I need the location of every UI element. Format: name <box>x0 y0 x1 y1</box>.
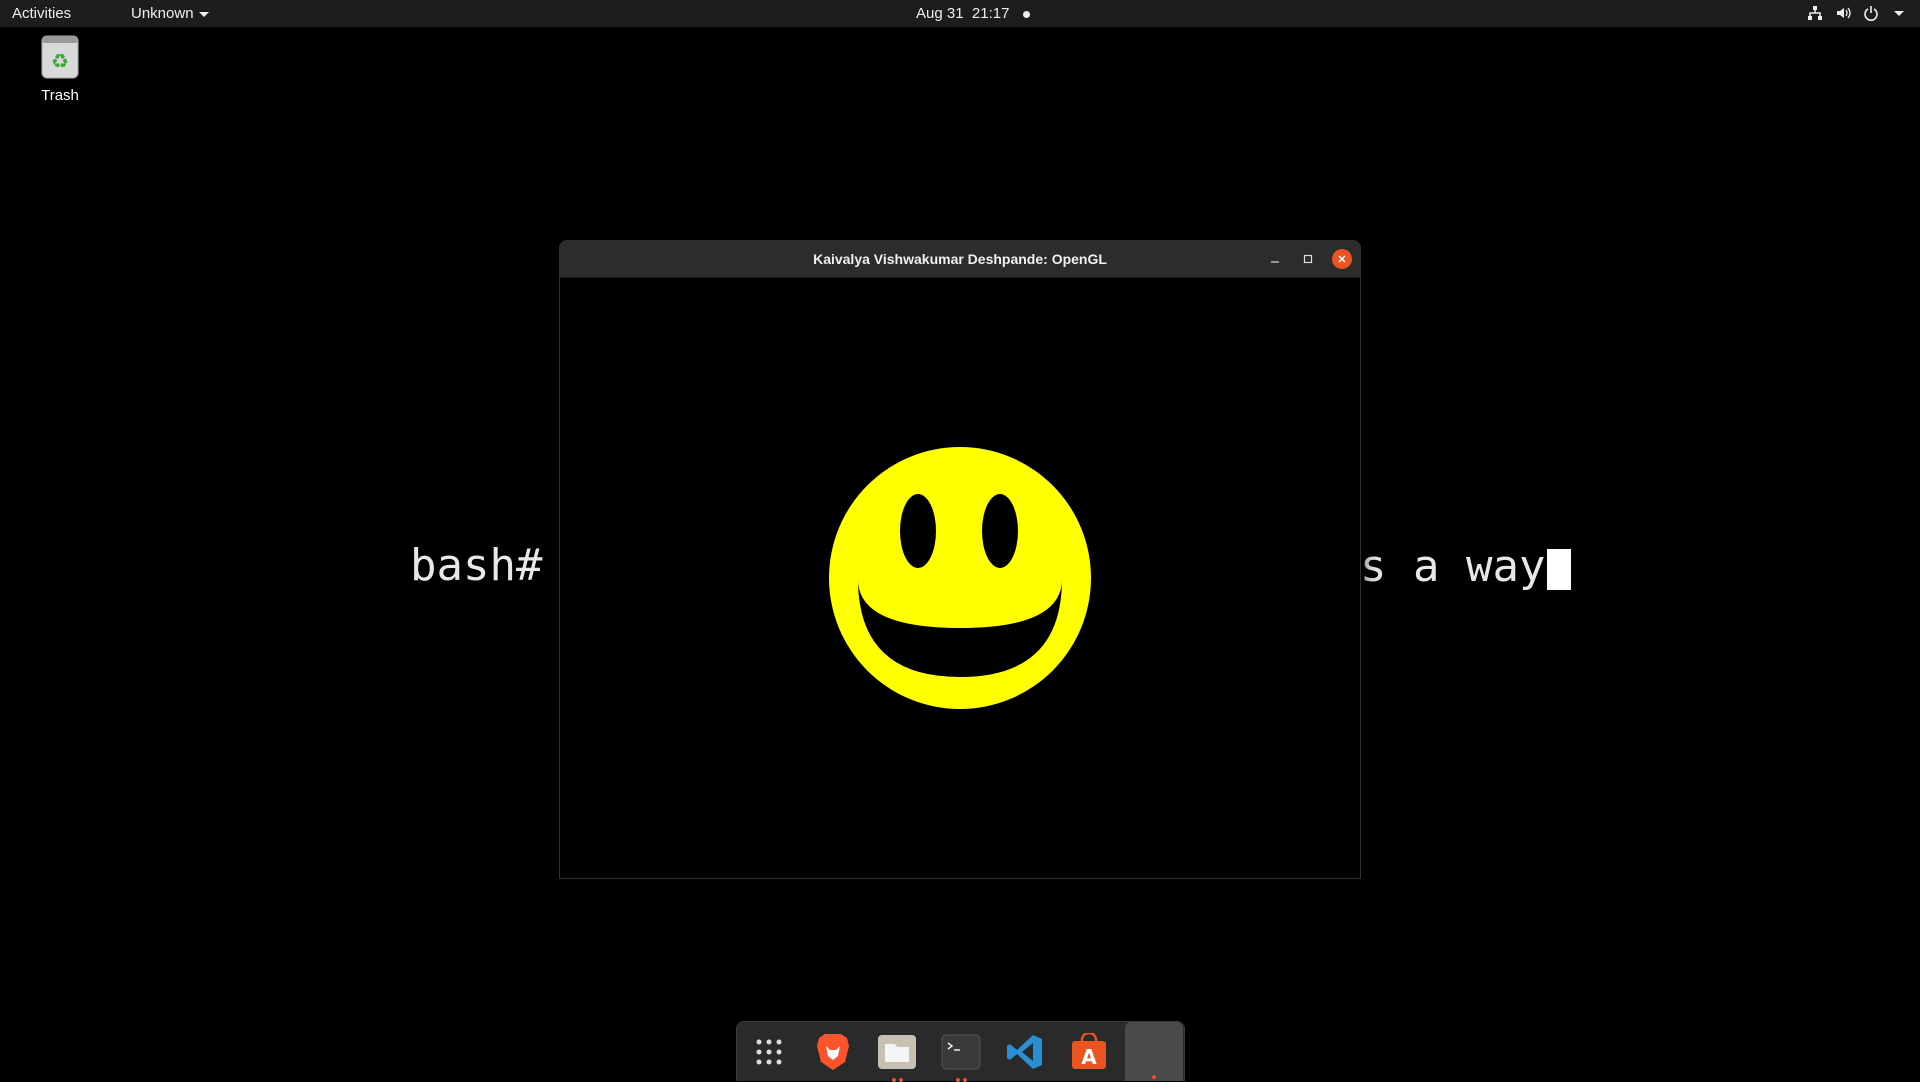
maximize-icon <box>1303 254 1313 264</box>
network-icon[interactable] <box>1806 4 1824 22</box>
window-title: Kaivalya Vishwakumar Deshpande: OpenGL <box>813 251 1107 267</box>
smiley-face-graphic <box>829 447 1091 709</box>
opengl-canvas[interactable] <box>560 278 1360 878</box>
desktop-trash[interactable]: ♻ Trash <box>34 34 86 104</box>
clock-time: 21:17 <box>971 5 1010 22</box>
system-tray[interactable] <box>1806 3 1908 23</box>
maximize-button[interactable] <box>1298 249 1318 269</box>
app-menu-label: Unknown <box>131 5 194 22</box>
software-bag-icon: A <box>1072 1033 1106 1069</box>
minimize-icon <box>1271 261 1279 263</box>
caret-down-icon <box>198 11 209 17</box>
dock-show-apps[interactable] <box>745 1028 793 1076</box>
close-icon <box>1338 255 1346 263</box>
svg-text:A: A <box>1081 1045 1097 1069</box>
vscode-icon <box>1007 1035 1042 1069</box>
caret-down-icon[interactable] <box>1890 4 1908 22</box>
activities-button[interactable]: Activities <box>12 5 71 22</box>
power-icon[interactable] <box>1862 4 1880 22</box>
smiley-right-eye <box>982 494 1018 568</box>
running-indicator <box>873 1078 921 1082</box>
terminal-icon <box>941 1034 981 1070</box>
terminal-cursor <box>1547 549 1571 590</box>
dock-opengl-app[interactable] <box>1125 1022 1183 1081</box>
window-titlebar[interactable]: Kaivalya Vishwakumar Deshpande: OpenGL <box>560 241 1360 278</box>
smiley-left-eye <box>900 494 936 568</box>
close-button[interactable] <box>1332 249 1352 269</box>
top-bar: Activities Unknown Aug 31 21:17 <box>0 0 1920 27</box>
clock-date: Aug 31 <box>916 5 964 22</box>
opengl-window[interactable]: Kaivalya Vishwakumar Deshpande: OpenGL <box>559 240 1361 879</box>
dock-brave-browser[interactable] <box>809 1028 857 1076</box>
running-indicator <box>1125 1075 1183 1079</box>
dock-files[interactable] <box>873 1028 921 1082</box>
volume-icon[interactable] <box>1834 4 1852 22</box>
terminal-prompt: bash# <box>410 540 543 591</box>
minimize-button[interactable] <box>1265 249 1285 269</box>
terminal-text: s a way <box>1360 541 1546 592</box>
running-indicator <box>937 1078 985 1082</box>
clock[interactable]: Aug 31 21:17 <box>916 5 1031 22</box>
notification-dot-icon <box>1023 10 1031 18</box>
dock: A <box>736 1021 1185 1082</box>
brave-lion-icon <box>817 1034 849 1070</box>
grid-icon <box>756 1039 782 1065</box>
app-menu[interactable]: Unknown <box>131 5 209 22</box>
dock-terminal[interactable] <box>937 1028 985 1082</box>
trash-label: Trash <box>41 87 79 104</box>
dock-vs-code[interactable] <box>1001 1028 1049 1076</box>
trash-icon: ♻ <box>41 35 79 79</box>
dock-software-center[interactable]: A <box>1065 1028 1113 1076</box>
folder-icon <box>878 1035 916 1069</box>
svg-text:♻: ♻ <box>51 49 69 73</box>
